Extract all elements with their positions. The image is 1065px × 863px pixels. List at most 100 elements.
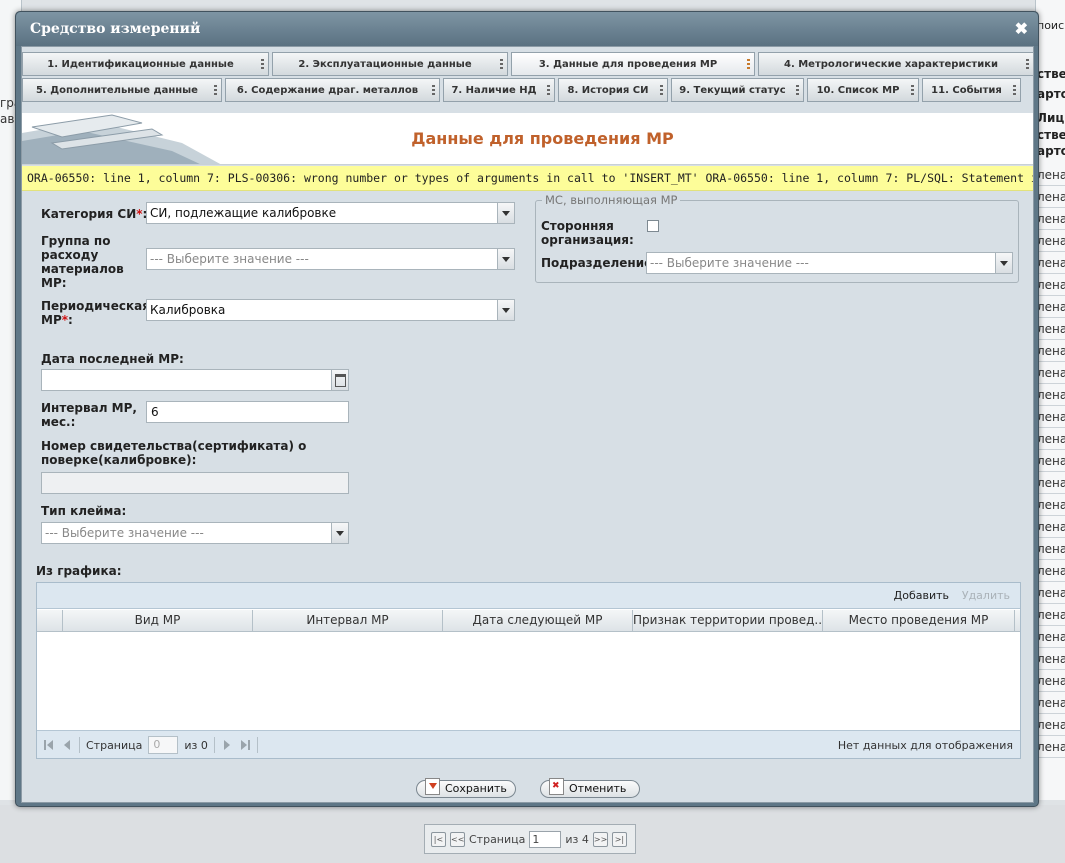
tab-label: 9. Текущий статус <box>679 84 786 96</box>
tab-grip-icon <box>214 85 217 97</box>
column-header[interactable]: Признак территории провед... <box>633 610 823 631</box>
tab-status[interactable]: 9. Текущий статус <box>671 78 804 102</box>
last-page-icon[interactable]: >| <box>611 831 627 847</box>
schedule-grid: Добавить Удалить Вид МР Интервал МР Дата… <box>36 582 1021 759</box>
cancel-button[interactable]: Отменить <box>540 778 640 798</box>
grid-page-label: Страница <box>86 738 143 752</box>
brand-type-select[interactable]: --- Выберите значение --- <box>41 522 349 544</box>
tab-precious-metals[interactable]: 6. Содержание драг. металлов <box>225 78 440 102</box>
tab-grip-icon <box>660 85 663 97</box>
grid-page-input[interactable]: 0 <box>148 736 179 754</box>
background-right-cell: лена <box>1036 560 1065 582</box>
tab-label: 1. Идентификационные данные <box>47 58 234 70</box>
periodic-label: Периодическая МР*: <box>41 299 150 327</box>
ms-group-legend: МС, выполняющая МР <box>542 193 681 207</box>
window-titlebar[interactable]: Средство измерений ✖ <box>16 12 1038 46</box>
grid-toolbar: Добавить Удалить <box>37 583 1020 609</box>
tab-events[interactable]: 11. События <box>922 78 1021 102</box>
chevron-down-icon[interactable] <box>995 253 1012 273</box>
interval-field[interactable]: 6 <box>146 401 349 423</box>
background-right-cell: лена <box>1036 582 1065 604</box>
background-pager-input[interactable]: 1 <box>529 830 562 848</box>
window-body: 1. Идентификационные данные 2. Эксплуата… <box>21 46 1034 803</box>
page-title: Данные для проведения МР <box>411 129 674 148</box>
category-select[interactable]: СИ, подлежащие калибровке <box>146 202 515 224</box>
chevron-down-icon[interactable] <box>331 523 348 543</box>
category-label: Категория СИ*: <box>41 207 147 221</box>
group-select[interactable]: --- Выберите значение --- <box>146 248 515 270</box>
grid-page-total: из 0 <box>184 738 208 752</box>
tab-history[interactable]: 8. История СИ <box>558 78 668 102</box>
prev-page-icon[interactable]: << <box>450 831 465 847</box>
delete-button[interactable]: Удалить <box>962 589 1010 602</box>
background-right-header: стве <box>1037 128 1065 142</box>
next-page-icon[interactable]: >> <box>592 831 608 847</box>
group-label-line: расходу <box>41 248 99 262</box>
certificate-label-line: Номер свидетельства(сертификата) о <box>41 439 307 453</box>
background-right-cell: лена <box>1036 340 1065 362</box>
background-right-cell: лена <box>1036 648 1065 670</box>
background-right-cell: лена <box>1036 230 1065 252</box>
grid-header: Вид МР Интервал МР Дата следующей МР При… <box>37 610 1020 632</box>
calendar-icon[interactable] <box>331 370 348 390</box>
next-page-icon[interactable] <box>221 739 233 751</box>
tab-grip-icon <box>747 59 750 71</box>
tab-identification[interactable]: 1. Идентификационные данные <box>22 52 269 76</box>
brand-type-label: Тип клейма: <box>41 504 127 518</box>
separator <box>213 737 215 753</box>
division-select[interactable]: --- Выберите значение --- <box>646 252 1013 274</box>
column-header[interactable]: Место проведения МР <box>823 610 1015 631</box>
chevron-down-icon[interactable] <box>497 203 514 223</box>
column-header[interactable]: Вид МР <box>63 610 253 631</box>
chevron-down-icon[interactable] <box>497 249 514 269</box>
tab-mr-list[interactable]: 10. Список МР <box>807 78 919 102</box>
tab-label: 8. История СИ <box>567 84 649 96</box>
tab-label: 7. Наличие НД <box>451 84 537 96</box>
prev-page-icon[interactable] <box>61 739 73 751</box>
interval-label-line: Интервал МР, <box>41 401 137 415</box>
background-right-cell: лена <box>1036 670 1065 692</box>
add-button[interactable]: Добавить <box>894 589 949 602</box>
tab-nd[interactable]: 7. Наличие НД <box>443 78 555 102</box>
group-label-line: материалов <box>41 262 124 276</box>
tab-label: 2. Эксплуатационные данные <box>298 58 472 70</box>
background-right-cell: лена <box>1036 274 1065 296</box>
tab-additional[interactable]: 5. Дополнительные данные <box>22 78 222 102</box>
column-header[interactable]: Интервал МР <box>253 610 443 631</box>
last-page-icon[interactable] <box>239 739 251 751</box>
background-search-label: поис <box>1037 19 1065 32</box>
first-page-icon[interactable]: |< <box>431 831 446 847</box>
separator <box>256 737 258 753</box>
tab-grip-icon <box>1026 59 1029 71</box>
tab-label: 3. Данные для проведения МР <box>538 58 718 70</box>
interval-label: Интервал МР, мес.: <box>41 401 137 429</box>
tab-operation[interactable]: 2. Эксплуатационные данные <box>272 52 508 76</box>
first-page-icon[interactable] <box>43 739 55 751</box>
tabs-row-1: 1. Идентификационные данные 2. Эксплуата… <box>22 52 1034 77</box>
background-right-cell: лена <box>1036 406 1065 428</box>
background-right-grid: поис стве арто Лиц стве арто лена лена лена лена… <box>1035 0 1065 800</box>
background-right-cell: лена <box>1036 538 1065 560</box>
chevron-down-icon[interactable] <box>497 300 514 320</box>
background-right-header: арто <box>1037 87 1065 101</box>
external-org-checkbox[interactable] <box>647 220 659 232</box>
tab-metrological[interactable]: 4. Метрологические характеристики <box>758 52 1034 76</box>
last-date-field[interactable] <box>41 369 349 391</box>
background-right-cell: лена <box>1036 208 1065 230</box>
background-pager-label: Страница <box>469 832 526 846</box>
background-right-header: Лиц <box>1037 111 1065 125</box>
periodic-select[interactable]: Калибровка <box>146 299 515 321</box>
cancel-icon <box>549 778 564 795</box>
dialog-buttons: Сохранить Отменить <box>22 778 1033 802</box>
save-button[interactable]: Сохранить <box>416 778 516 798</box>
periodic-label-line: МР <box>41 313 62 327</box>
tab-mr-data[interactable]: 3. Данные для проведения МР <box>511 52 755 76</box>
tab-grip-icon <box>911 85 914 97</box>
grid-empty-message: Нет данных для отображения <box>837 739 1013 752</box>
certificate-field[interactable] <box>41 472 349 494</box>
background-right-cell: лена <box>1036 494 1065 516</box>
tab-label: 4. Метрологические характеристики <box>783 58 998 70</box>
close-icon[interactable]: ✖ <box>1015 21 1028 37</box>
column-header[interactable]: Дата следующей МР <box>443 610 633 631</box>
background-right-cell: лена <box>1036 384 1065 406</box>
